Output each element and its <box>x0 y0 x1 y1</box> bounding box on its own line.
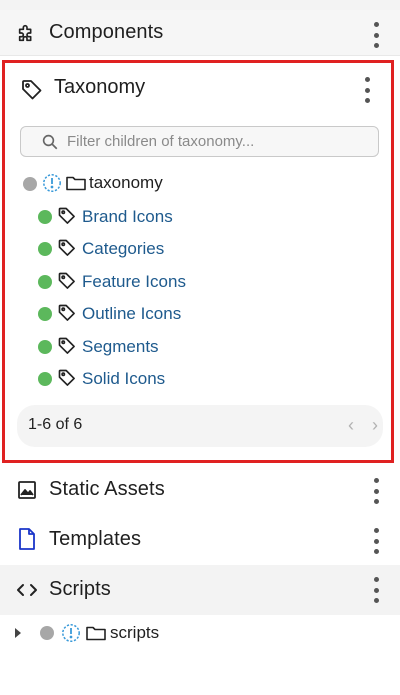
section-title: Taxonomy <box>54 76 146 98</box>
section-templates[interactable]: Templates <box>0 516 400 564</box>
status-dot <box>38 372 52 386</box>
tree-item-link[interactable]: Feature Icons <box>82 272 186 292</box>
status-dot <box>38 242 52 256</box>
tree-item-feature-icons[interactable]: Feature Icons <box>5 267 391 297</box>
section-scripts[interactable]: Scripts <box>0 565 400 615</box>
tree-item-segments[interactable]: Segments <box>5 332 391 362</box>
search-icon <box>41 133 59 156</box>
tree-label: scripts <box>110 623 160 642</box>
templates-menu-button[interactable] <box>370 528 382 554</box>
chevron-right-icon[interactable]: › <box>372 415 378 436</box>
status-dot <box>38 307 52 321</box>
status-dot <box>38 340 52 354</box>
top-divider <box>0 0 400 10</box>
scripts-menu-button[interactable] <box>370 577 382 603</box>
tree-item-solid-icons[interactable]: Solid Icons <box>5 364 391 394</box>
section-title: Templates <box>49 528 142 550</box>
tag-icon <box>20 78 44 102</box>
tag-icon <box>57 368 77 393</box>
tag-icon <box>57 303 77 328</box>
tree-item-link[interactable]: Segments <box>82 337 159 357</box>
status-dot <box>38 210 52 224</box>
status-dot <box>38 275 52 289</box>
code-icon <box>16 579 38 601</box>
tag-icon <box>57 271 77 296</box>
folder-icon <box>66 175 86 196</box>
filter-input[interactable] <box>67 129 367 153</box>
tree-item-link[interactable]: Brand Icons <box>82 207 173 227</box>
taxonomy-panel: Taxonomy taxonomy Brand Icons Categories… <box>2 60 394 463</box>
static-assets-menu-button[interactable] <box>370 478 382 504</box>
section-title: Scripts <box>49 578 111 600</box>
tree-label: taxonomy <box>89 173 163 192</box>
section-title: Static Assets <box>49 478 165 500</box>
tree-item-brand-icons[interactable]: Brand Icons <box>5 202 391 232</box>
status-dot <box>23 177 37 191</box>
taxonomy-menu-button[interactable] <box>361 77 373 103</box>
tree-item-link[interactable]: Outline Icons <box>82 304 181 324</box>
info-icon <box>61 623 81 648</box>
filter-field[interactable] <box>20 126 379 157</box>
status-dot <box>40 626 54 640</box>
info-icon <box>42 173 62 198</box>
tree-root-scripts[interactable]: scripts <box>0 618 400 650</box>
tag-icon <box>57 336 77 361</box>
section-components[interactable]: Components <box>0 10 400 56</box>
section-static-assets[interactable]: Static Assets <box>0 466 400 514</box>
tree-item-link[interactable]: Solid Icons <box>82 369 165 389</box>
file-icon <box>16 528 38 550</box>
tree-item-categories[interactable]: Categories <box>5 234 391 264</box>
components-menu-button[interactable] <box>370 22 382 48</box>
tree-root-taxonomy[interactable]: taxonomy <box>5 169 391 199</box>
section-taxonomy[interactable]: Taxonomy <box>5 63 391 117</box>
puzzle-icon <box>16 22 38 44</box>
expand-arrow-icon[interactable] <box>13 626 23 644</box>
folder-icon <box>86 625 106 646</box>
image-icon <box>16 479 38 501</box>
pagination-text: 1-6 of 6 <box>28 416 83 433</box>
pagination-bar: 1-6 of 6 ‹ › <box>17 405 383 447</box>
chevron-left-icon[interactable]: ‹ <box>348 415 354 436</box>
tree-item-outline-icons[interactable]: Outline Icons <box>5 299 391 329</box>
tag-icon <box>57 238 77 263</box>
tag-icon <box>57 206 77 231</box>
tree-item-link[interactable]: Categories <box>82 239 164 259</box>
section-title: Components <box>49 21 164 43</box>
